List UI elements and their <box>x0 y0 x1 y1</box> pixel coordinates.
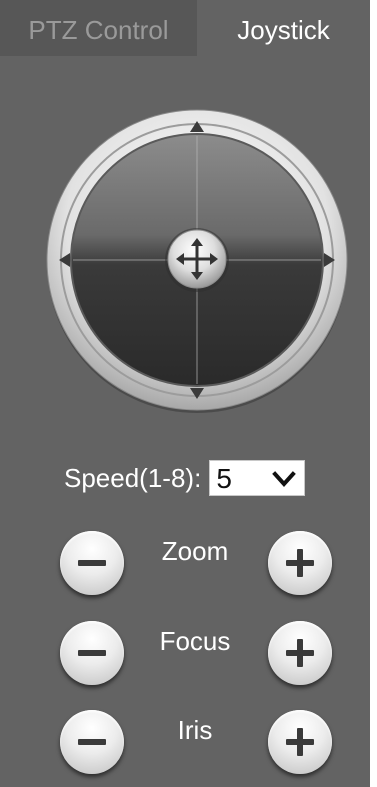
move-center-icon[interactable] <box>165 228 229 292</box>
iris-close-button[interactable] <box>60 710 124 774</box>
speed-label: Speed(1-8): <box>64 462 202 493</box>
speed-select[interactable]: 5 <box>209 460 306 496</box>
minus-icon <box>78 739 106 745</box>
chevron-down-icon <box>272 471 297 487</box>
minus-icon <box>78 560 106 566</box>
ptz-panel: PTZ Control Joystick Speed(1-8): 5 Zoom … <box>0 0 370 787</box>
zoom-out-button[interactable] <box>60 531 124 595</box>
speed-value: 5 <box>216 463 232 494</box>
plus-icon <box>286 639 314 667</box>
minus-icon <box>78 650 106 656</box>
tab-bar: PTZ Control Joystick <box>0 0 370 56</box>
iris-open-button[interactable] <box>268 710 332 774</box>
focus-row: Focus <box>0 618 370 688</box>
speed-row: Speed(1-8): 5 <box>64 455 306 501</box>
tab-ptz-control[interactable]: PTZ Control <box>0 0 197 56</box>
zoom-in-button[interactable] <box>268 531 332 595</box>
joystick-control[interactable] <box>45 108 350 413</box>
focus-far-button[interactable] <box>268 621 332 685</box>
iris-row: Iris <box>0 707 370 777</box>
focus-near-button[interactable] <box>60 621 124 685</box>
tab-joystick[interactable]: Joystick <box>197 0 370 56</box>
zoom-row: Zoom <box>0 528 370 598</box>
iris-label: Iris <box>177 715 213 745</box>
zoom-label: Zoom <box>161 536 229 566</box>
plus-icon <box>286 728 314 756</box>
plus-icon <box>286 549 314 577</box>
focus-label: Focus <box>159 626 231 656</box>
joystick-graphic <box>46 109 348 413</box>
